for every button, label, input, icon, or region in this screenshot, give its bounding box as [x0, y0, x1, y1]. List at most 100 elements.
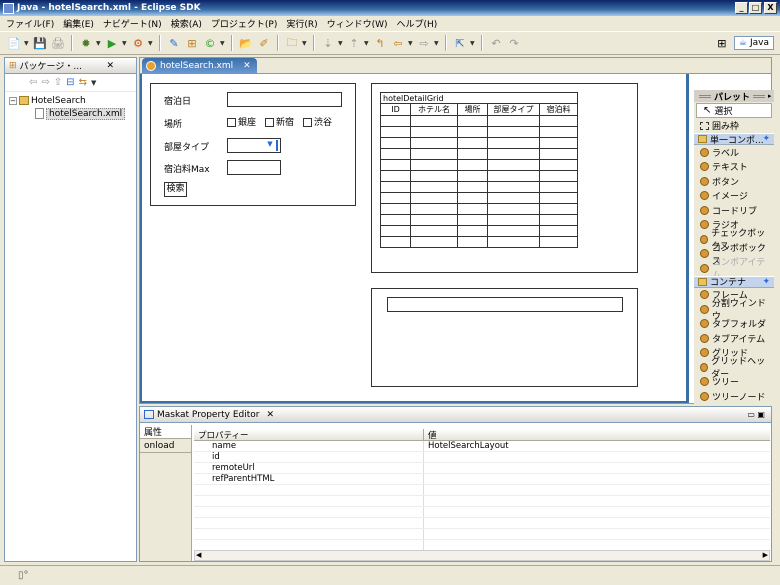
external-tools-icon[interactable]: ⚙ [130, 35, 146, 51]
view-menu-icon[interactable]: ▼ [91, 79, 96, 87]
grid-header-hotelname[interactable]: ホテル名 [410, 103, 458, 116]
property-row[interactable]: name HotelSearchLayout [194, 441, 770, 452]
menu-file[interactable]: ファイル(F) [3, 17, 60, 30]
roomtype-combo[interactable]: ▼ [227, 138, 281, 153]
scroll-left-icon[interactable]: ◀ [196, 551, 201, 559]
maxprice-label[interactable]: 宿泊料Max [164, 162, 210, 175]
new-dropdown-icon[interactable]: ▼ [24, 40, 30, 47]
print-icon[interactable]: 🖨 [50, 35, 66, 51]
grid-frame[interactable]: hotelDetailGrid ID ホテル名 場所 部屋タイプ 宿泊料 [371, 83, 638, 273]
palette-item[interactable]: ラベル [694, 145, 774, 160]
place-checkbox-shibuya[interactable]: 渋谷 [303, 115, 332, 128]
detail-frame[interactable] [371, 288, 638, 387]
palette-item[interactable]: タブフォルダ [694, 317, 774, 332]
roomtype-label[interactable]: 部屋タイプ [164, 140, 209, 153]
palette-group-components[interactable]: 単一コンポ... ✦ [694, 133, 774, 146]
search-form-frame[interactable]: 宿泊日 場所 銀座 新宿 渋谷 部屋タイプ ▼ 宿泊料Max 検索 [150, 83, 356, 206]
run-dropdown-icon[interactable]: ▼ [122, 40, 128, 47]
grid-header-place[interactable]: 場所 [457, 103, 488, 116]
debug-dropdown-icon[interactable]: ▼ [96, 40, 102, 47]
previous-annotation-dropdown-icon[interactable]: ▼ [364, 40, 370, 47]
new-icon[interactable]: 📄 [6, 35, 22, 51]
search-icon[interactable]: ✐ [256, 35, 272, 51]
tree-item-file[interactable]: hotelSearch.xml [9, 107, 132, 120]
palette-item[interactable]: グリッドヘッダー [694, 357, 774, 380]
minimize-button[interactable]: _ [735, 2, 748, 14]
maxprice-field[interactable] [227, 160, 281, 175]
property-column-header[interactable]: プロパティー [194, 429, 424, 441]
chevron-down-icon[interactable]: ▼ [264, 140, 278, 151]
palette-item[interactable]: ツリーノード [694, 389, 774, 404]
palette-group-containers[interactable]: コンテナ ✦ [694, 275, 774, 288]
next-annotation-dropdown-icon[interactable]: ▼ [338, 40, 344, 47]
menu-run[interactable]: 実行(R) [283, 17, 323, 30]
property-row[interactable]: id [194, 452, 770, 463]
open-folder-dropdown-icon[interactable]: ▼ [302, 40, 308, 47]
property-editor-tab[interactable]: Maskat Property Editor ✕ ▭ ▣ [140, 407, 771, 423]
collapse-icon[interactable]: − [9, 96, 17, 105]
grid-header-id[interactable]: ID [380, 103, 411, 116]
new-class-icon[interactable]: © [202, 35, 218, 51]
place-checkbox-ginza[interactable]: 銀座 [227, 115, 256, 128]
external-tools-dropdown-icon[interactable]: ▼ [148, 40, 154, 47]
close-tab-icon[interactable]: ✕ [243, 61, 251, 71]
horizontal-scrollbar[interactable]: ◀ ▶ [194, 550, 770, 561]
palette-menu-icon[interactable]: ▸ [768, 92, 772, 100]
palette-item[interactable]: コンボアイテム [694, 258, 774, 281]
new-java-project-icon[interactable]: ✎ [166, 35, 182, 51]
forward-icon[interactable]: ⇨ [416, 35, 432, 51]
next-annotation-icon[interactable]: ⇣ [320, 35, 336, 51]
palette-item[interactable]: タブアイテム [694, 331, 774, 346]
palette-tool-select[interactable]: ↖ 選択 [696, 103, 772, 118]
publish-icon[interactable]: ⇱ [452, 35, 468, 51]
palette-item[interactable]: テキスト [694, 160, 774, 175]
palette-item[interactable]: イメージ [694, 189, 774, 204]
package-explorer-tab[interactable]: ⊞ パッケージ・... ✕ [5, 58, 136, 74]
menu-project[interactable]: プロジェクト(P) [208, 17, 283, 30]
close-view-icon[interactable]: ✕ [106, 61, 114, 71]
value-column-header[interactable]: 値 [424, 429, 770, 441]
back-dropdown-icon[interactable]: ▼ [408, 40, 414, 47]
property-value[interactable] [424, 463, 770, 473]
back-icon[interactable]: ⇦ [29, 77, 37, 88]
maximize-button[interactable]: □ [749, 2, 762, 14]
redo-icon[interactable]: ↷ [506, 35, 522, 51]
editor-tab-hotelsearch[interactable]: hotelSearch.xml ✕ [142, 58, 257, 74]
tab-attributes[interactable]: 属性 [140, 425, 191, 439]
menu-help[interactable]: ヘルプ(H) [394, 17, 444, 30]
property-value[interactable] [424, 474, 770, 484]
date-field[interactable] [227, 92, 342, 107]
palette-tool-marquee[interactable]: 囲み枠 [694, 119, 774, 134]
search-button[interactable]: 検索 [164, 182, 187, 197]
tab-onload[interactable]: onload [140, 439, 191, 453]
scroll-right-icon[interactable]: ▶ [763, 551, 768, 559]
java-perspective-button[interactable]: ☕ Java [733, 36, 774, 50]
undo-icon[interactable]: ↶ [488, 35, 504, 51]
run-icon[interactable]: ▶ [104, 35, 120, 51]
palette-item[interactable]: ボタン [694, 174, 774, 189]
menu-navigate[interactable]: ナビゲート(N) [100, 17, 168, 30]
detail-text-field[interactable] [387, 297, 623, 312]
new-class-dropdown-icon[interactable]: ▼ [220, 40, 226, 47]
last-edit-icon[interactable]: ↰ [372, 35, 388, 51]
open-type-icon[interactable]: 📂 [238, 35, 254, 51]
palette-item[interactable]: コードリブ [694, 203, 774, 218]
save-icon[interactable]: 💾 [32, 35, 48, 51]
back-icon[interactable]: ⇦ [390, 35, 406, 51]
property-row[interactable]: refParentHTML [194, 474, 770, 485]
pin-icon[interactable]: ✦ [762, 277, 770, 287]
up-icon[interactable]: ⇧ [54, 77, 62, 88]
close-view-icon[interactable]: ✕ [267, 410, 275, 420]
collapse-all-icon[interactable]: ⊟ [66, 77, 74, 88]
property-value[interactable] [424, 452, 770, 462]
property-row[interactable]: remoteUrl [194, 463, 770, 474]
open-folder-icon[interactable]: 🗀 [284, 35, 300, 51]
grid-header-roomtype[interactable]: 部屋タイプ [487, 103, 540, 116]
tree-item-project[interactable]: − HotelSearch [9, 94, 132, 107]
publish-dropdown-icon[interactable]: ▼ [470, 40, 476, 47]
new-package-icon[interactable]: ⊞ [184, 35, 200, 51]
open-perspective-icon[interactable]: ⊞ [714, 35, 730, 51]
debug-icon[interactable]: ✹ [78, 35, 94, 51]
pin-icon[interactable]: ✦ [762, 134, 770, 144]
link-editor-icon[interactable]: ⇆ [79, 77, 87, 88]
